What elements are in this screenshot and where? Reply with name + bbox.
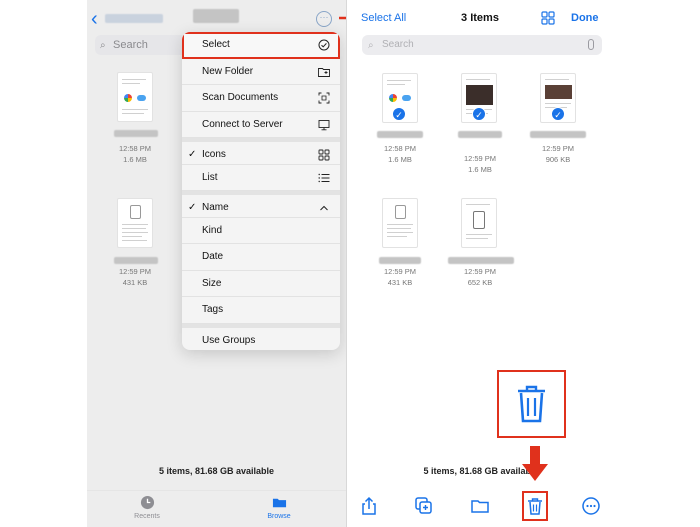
menu-item-label: Scan Documents: [202, 92, 279, 103]
file-meta: 12:59 PM 1.6 MB: [463, 154, 497, 174]
menu-item-sort-kind[interactable]: Kind: [182, 218, 340, 244]
menu-item-label: Kind: [202, 224, 223, 236]
file-thumbnail[interactable]: [382, 198, 418, 248]
file-name-blurred: [377, 131, 423, 138]
menu-item-list[interactable]: List: [182, 165, 340, 191]
trash-icon: [518, 385, 545, 423]
file-meta: 12:58 PM 1.6 MB: [383, 144, 417, 164]
done-button[interactable]: Done: [571, 12, 599, 24]
search-placeholder: Search: [113, 39, 148, 51]
annotation-arrow-down: [522, 446, 548, 481]
more-options-icon[interactable]: ···: [316, 11, 332, 27]
chevron-up-icon: [320, 205, 328, 211]
storage-info: 5 items, 81.68 GB available: [158, 466, 275, 476]
menu-item-label: Icons: [202, 149, 226, 160]
search-placeholder: Search: [382, 39, 414, 50]
menu-item-icons[interactable]: ✓ Icons: [182, 138, 340, 165]
tab-recents-label: Recents: [134, 513, 160, 520]
menu-item-label: Select: [202, 39, 230, 50]
menu-item-label: Use Groups: [202, 334, 256, 346]
left-screen: ‹ ··· ⌕ Search 12:58 PM 1.6 MB 12:59 PM 43…: [87, 0, 347, 527]
menu-item-label: Name: [202, 202, 229, 213]
scan-doc-icon: [318, 92, 330, 104]
file-name-blurred: [114, 257, 158, 264]
duplicate-icon[interactable]: [414, 496, 434, 516]
share-icon[interactable]: [359, 496, 379, 516]
select-all-button[interactable]: Select All: [361, 12, 406, 24]
menu-item-select[interactable]: Select: [182, 32, 340, 59]
selected-check-icon: ✓: [472, 107, 486, 121]
clock-icon: [140, 495, 154, 510]
tab-browse[interactable]: Browse: [249, 495, 309, 520]
more-icon[interactable]: [581, 496, 601, 516]
menu-item-sort-tags[interactable]: Tags: [182, 297, 340, 324]
file-meta: 12:59 PM 431 KB: [383, 267, 417, 287]
file-meta: 12:59 PM 652 KB: [463, 267, 497, 287]
menu-item-label: List: [202, 171, 218, 183]
microphone-icon[interactable]: [588, 39, 594, 50]
file-name-blurred: [379, 257, 421, 264]
annotation-box-toolbar-trash: [522, 491, 548, 521]
menu-item-new-folder[interactable]: New Folder: [182, 59, 340, 85]
back-chevron-icon[interactable]: ‹: [91, 9, 98, 29]
tab-browse-label: Browse: [267, 513, 291, 520]
list-icon: [318, 173, 330, 182]
selected-check-icon: ✓: [551, 107, 565, 121]
menu-item-label: Connect to Server: [202, 118, 283, 130]
file-meta: 12:58 PM 1.6 MB: [118, 144, 152, 164]
monitor-icon: [318, 119, 330, 130]
storage-info: 5 items, 81.68 GB available: [423, 466, 539, 476]
file-thumbnail[interactable]: [461, 198, 497, 248]
menu-item-connect-to-server[interactable]: Connect to Server: [182, 112, 340, 138]
file-thumbnail[interactable]: [117, 72, 153, 122]
file-name-blurred: [530, 131, 586, 138]
menu-item-sort-date[interactable]: Date: [182, 244, 340, 271]
file-thumbnail[interactable]: [117, 198, 153, 248]
tab-recents[interactable]: Recents: [117, 495, 177, 520]
grid-view-icon[interactable]: [541, 11, 555, 25]
file-meta: 12:59 PM 431 KB: [118, 267, 152, 287]
folder-icon: [272, 498, 286, 508]
search-field[interactable]: ⌕ Search: [362, 35, 602, 55]
menu-item-scan-documents[interactable]: Scan Documents: [182, 85, 340, 112]
menu-item-sort-size[interactable]: Size: [182, 271, 340, 297]
menu-item-label: Size: [202, 277, 222, 289]
menu-item-use-groups[interactable]: Use Groups: [182, 323, 340, 351]
folder-plus-icon: [318, 67, 330, 77]
grid-icon: [318, 149, 330, 161]
folder-title-blurred: [193, 9, 239, 23]
bottom-toolbar: [350, 496, 612, 520]
selected-check-icon: ✓: [392, 107, 406, 121]
menu-item-label: Date: [202, 251, 224, 262]
annotation-box-trash: [497, 370, 566, 438]
search-icon: ⌕: [368, 40, 374, 51]
search-icon: ⌕: [100, 40, 106, 51]
annotation-arrow-right: [339, 16, 346, 20]
more-options-menu: Select New Folder Scan Documents Connect…: [182, 32, 340, 350]
checkmark-circle-icon: [318, 39, 330, 51]
file-name-blurred: [458, 131, 502, 138]
tab-bar: Recents Browse: [87, 490, 346, 527]
file-name-blurred: [114, 130, 158, 137]
back-label-blurred[interactable]: [105, 14, 163, 23]
file-name-blurred: [448, 257, 514, 264]
file-meta: 12:59 PM 906 KB: [541, 144, 575, 164]
search-field[interactable]: ⌕ Search: [95, 35, 187, 55]
selection-count-title: 3 Items: [461, 12, 499, 24]
menu-item-label: Tags: [202, 304, 224, 315]
move-folder-icon[interactable]: [470, 496, 490, 516]
menu-item-sort-name[interactable]: ✓ Name: [182, 191, 340, 218]
right-screen: Select All 3 Items Done ⌕ Search ✓ 12:58…: [350, 0, 612, 527]
menu-item-label: New Folder: [202, 65, 254, 77]
